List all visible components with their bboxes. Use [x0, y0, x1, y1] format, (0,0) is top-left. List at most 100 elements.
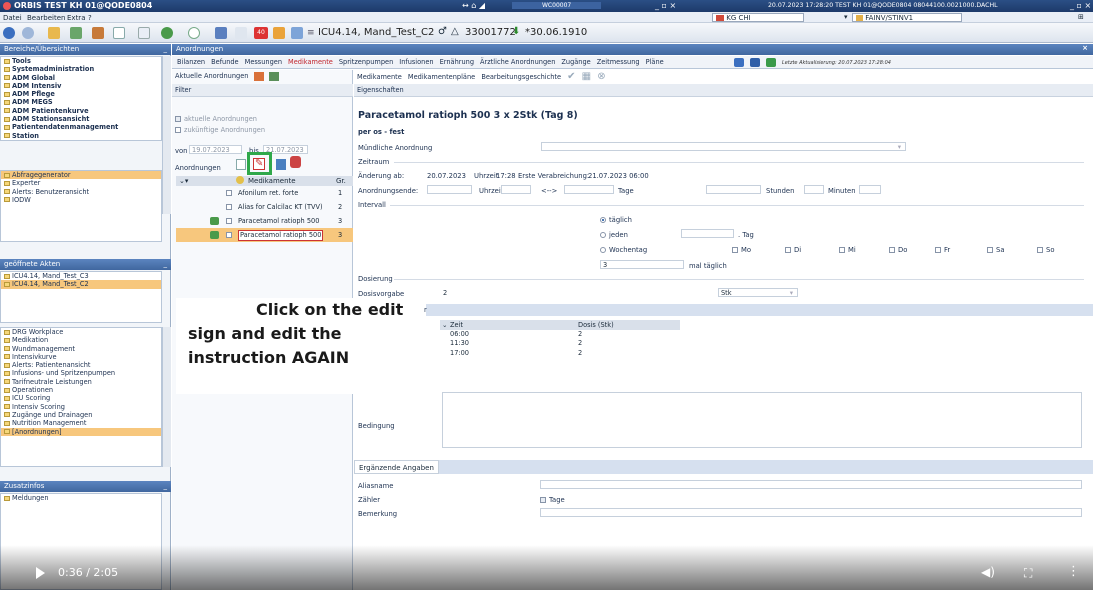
sort-icon[interactable]: ⌄: [442, 320, 448, 330]
properties-tab[interactable]: Eigenschaften: [357, 86, 404, 94]
col-time[interactable]: Zeit: [450, 320, 463, 330]
workplace-item[interactable]: Medikation: [1, 336, 161, 344]
copy-order-icon[interactable]: [276, 159, 286, 170]
tab-zeitmessung[interactable]: Zeitmessung: [594, 56, 643, 69]
weekday-mo[interactable]: Mo: [732, 246, 751, 254]
workplace-item[interactable]: Alerts: Patientenansicht: [1, 361, 161, 369]
end-time-field[interactable]: [501, 185, 531, 194]
dose-row[interactable]: 11:30 2: [440, 339, 680, 348]
row-checkbox[interactable]: [226, 232, 232, 238]
radio-every-dot[interactable]: [600, 232, 606, 238]
tool-item[interactable]: IODW: [1, 196, 161, 204]
check-icon[interactable]: ✔: [567, 71, 575, 82]
chart-icon[interactable]: ▦: [582, 71, 591, 82]
delete-order-icon[interactable]: [290, 156, 301, 168]
volume-icon[interactable]: ◀): [981, 565, 995, 579]
dose-row[interactable]: 17:00 2: [440, 349, 680, 358]
fullscreen-icon[interactable]: ⛶: [1024, 566, 1032, 581]
area-item[interactable]: ADM Patientenkurve: [1, 107, 161, 115]
chart-icon[interactable]: [291, 27, 303, 39]
tab-befunde[interactable]: Befunde: [208, 56, 242, 69]
tab-zugänge[interactable]: Zugänge: [558, 56, 593, 69]
table-row[interactable]: Afonilum ret. forte 1: [176, 186, 353, 200]
workplace-item[interactable]: Operationen: [1, 386, 161, 394]
menu-help[interactable]: ?: [88, 14, 92, 22]
weekday-checkbox[interactable]: [785, 247, 791, 253]
edit-doc-icon[interactable]: [138, 27, 150, 39]
change-date[interactable]: 20.07.2023: [427, 172, 466, 180]
weekday-checkbox[interactable]: [889, 247, 895, 253]
collapse-icon[interactable]: _: [164, 482, 168, 490]
row-checkbox[interactable]: [226, 218, 232, 224]
tool-item[interactable]: Experter: [1, 179, 161, 187]
subtab-medikamente[interactable]: Medikamente: [357, 73, 402, 81]
area-item[interactable]: Station: [1, 132, 161, 140]
document-icon[interactable]: [113, 27, 125, 39]
extra-icon[interactable]: ⊞: [1078, 13, 1084, 21]
table-row[interactable]: Paracetamol ratioph 500 3: [176, 214, 353, 228]
weekday-checkbox[interactable]: [839, 247, 845, 253]
checkbox-future[interactable]: [175, 127, 181, 133]
weekday-mi[interactable]: Mi: [839, 246, 856, 254]
back-icon[interactable]: [3, 27, 15, 39]
workplace-item[interactable]: Wundmanagement: [1, 345, 161, 353]
weekday-di[interactable]: Di: [785, 246, 801, 254]
col-dose[interactable]: Dosis (Stk): [578, 320, 614, 330]
radio-daily[interactable]: täglich: [600, 216, 632, 224]
weekday-sa[interactable]: Sa: [987, 246, 1004, 254]
von-field[interactable]: 19.07.2023: [189, 145, 242, 154]
dose-row[interactable]: 06:00 2: [440, 330, 680, 339]
info-icon[interactable]: [235, 27, 247, 39]
every-n-field[interactable]: [681, 229, 734, 238]
count-badge[interactable]: 40: [254, 27, 268, 39]
weekday-so[interactable]: So: [1037, 246, 1054, 254]
area-item[interactable]: Patientendatenmanagement: [1, 123, 161, 131]
globe-icon[interactable]: [161, 27, 173, 39]
orders-icon-2[interactable]: [268, 71, 279, 81]
users-icon[interactable]: [92, 27, 104, 39]
forward-icon[interactable]: [22, 27, 34, 39]
weekday-checkbox[interactable]: [1037, 247, 1043, 253]
dose-default-field[interactable]: 2: [440, 288, 716, 297]
tab-medikamente[interactable]: Medikamente: [285, 56, 336, 69]
close-window-icon[interactable]: _ ▫ ×: [1070, 1, 1091, 10]
save-icon[interactable]: [750, 58, 760, 67]
collapse-icon[interactable]: _: [164, 45, 168, 53]
tab-ernährung[interactable]: Ernährung: [437, 56, 477, 69]
col-gr[interactable]: Gr.: [336, 177, 346, 185]
workplace-item[interactable]: Nutrition Management: [1, 419, 161, 427]
open-file-item[interactable]: ICU4.14, Mand_Test_C2: [1, 280, 161, 289]
save-close-icon[interactable]: [766, 58, 776, 67]
refresh-icon[interactable]: ↔ ⌂ ◢: [462, 1, 485, 10]
area-item[interactable]: Tools: [1, 57, 161, 65]
role-box[interactable]: FAINV/STINV1: [852, 13, 962, 22]
flag-icon[interactable]: [273, 27, 285, 39]
extra-details-tab[interactable]: Ergänzende Angaben: [354, 460, 439, 474]
counter-days[interactable]: Tage: [540, 496, 565, 504]
areas-scrollbar[interactable]: [162, 56, 171, 214]
workplace-scrollbar[interactable]: [162, 327, 171, 467]
counter-days-checkbox[interactable]: [540, 497, 546, 503]
clock-icon[interactable]: [188, 27, 200, 39]
subtab-history[interactable]: Bearbeitungsgeschichte: [481, 73, 561, 81]
weekday-do[interactable]: Do: [889, 246, 907, 254]
info-item[interactable]: Meldungen: [1, 494, 161, 502]
radio-every[interactable]: jeden: [600, 231, 628, 239]
opt-future[interactable]: zukünftige Anordnungen: [172, 124, 265, 137]
minutes-field[interactable]: [859, 185, 881, 194]
area-item[interactable]: ADM Intensiv: [1, 82, 161, 90]
subtab-plaene[interactable]: Medikamentenpläne: [408, 73, 475, 81]
area-item[interactable]: Systemadministration: [1, 65, 161, 73]
end-date-field[interactable]: [427, 185, 472, 194]
weekday-checkbox[interactable]: [935, 247, 941, 253]
hours-field[interactable]: [804, 185, 824, 194]
days-field[interactable]: [706, 185, 761, 194]
oral-order-select[interactable]: ▾: [541, 142, 906, 151]
sort-icon[interactable]: ⌄▾: [179, 177, 188, 185]
orders-icon[interactable]: [253, 71, 264, 81]
menu-extra[interactable]: Extra: [67, 14, 85, 22]
area-item[interactable]: ADM MEGS: [1, 98, 161, 106]
radio-daily-dot[interactable]: [600, 217, 606, 223]
workplace-item[interactable]: [Anordnungen]: [1, 427, 161, 436]
dropdown-arrow-icon[interactable]: ▾: [844, 13, 848, 21]
